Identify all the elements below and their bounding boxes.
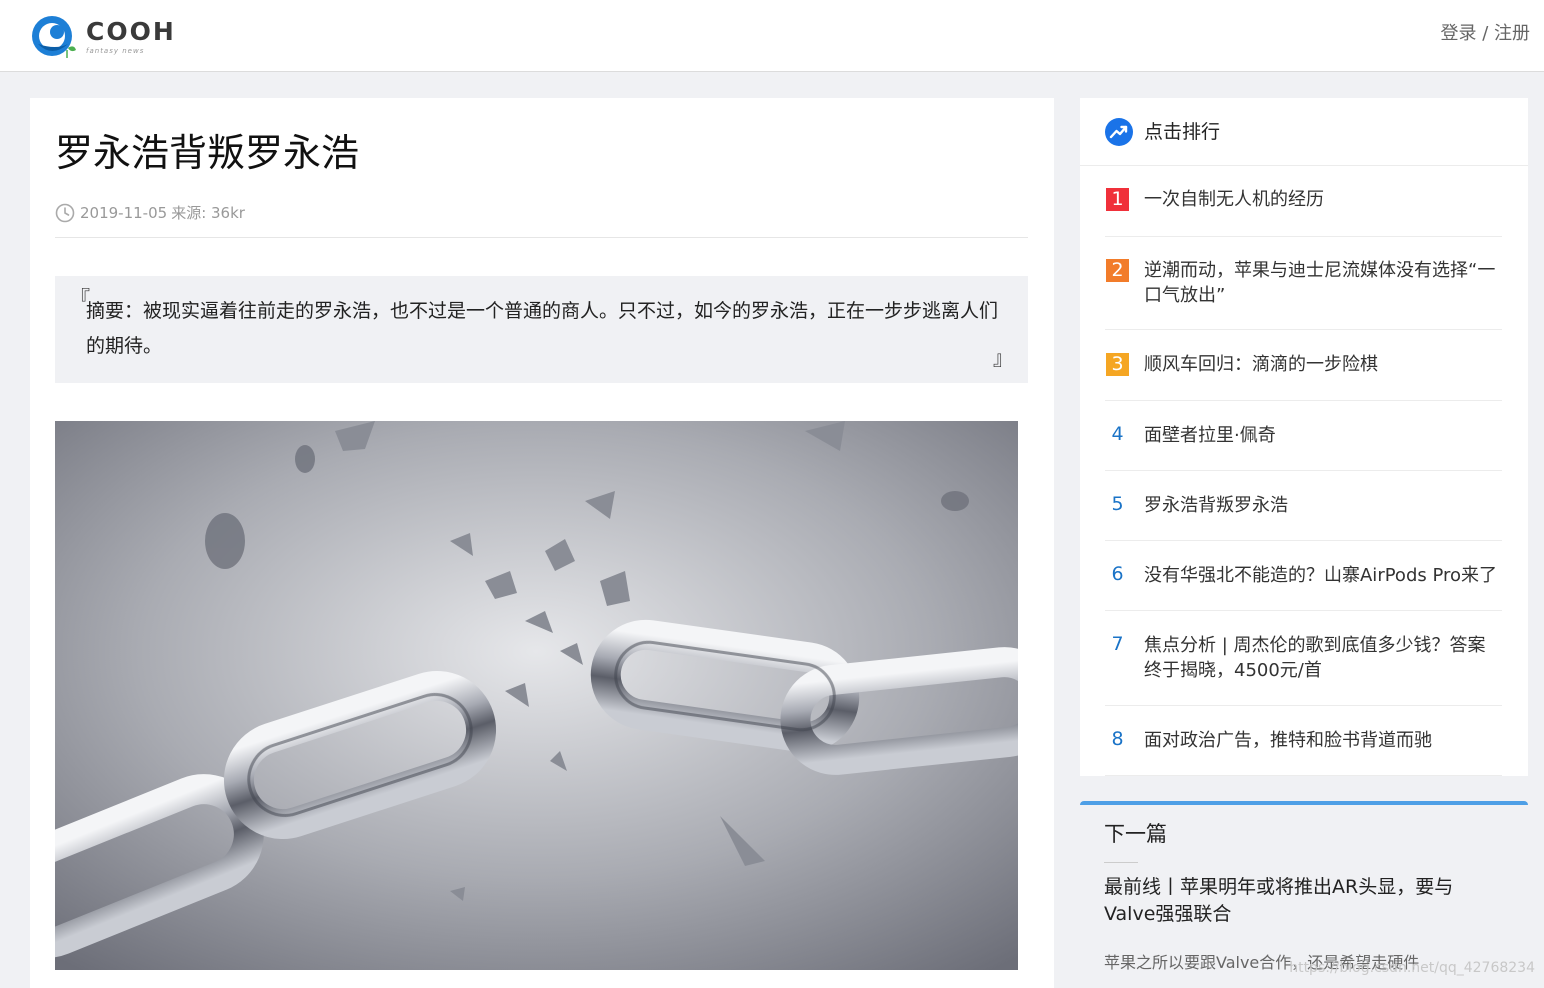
logo-subtext: fantasy news	[86, 47, 145, 55]
rank-number: 1	[1106, 188, 1129, 211]
site-logo[interactable]: COOH fantasy news	[30, 14, 176, 60]
rank-title: 没有华强北不能造的？山寨AirPods Pro来了	[1144, 565, 1498, 586]
logo-wordmark: COOH fantasy news	[86, 17, 176, 56]
rank-number: 3	[1106, 353, 1129, 376]
rank-number: 5	[1111, 493, 1124, 515]
rank-title: 面对政治广告，推特和脸书背道而驰	[1144, 730, 1432, 751]
clock-icon	[55, 203, 75, 223]
ranking-header: 点击排行	[1080, 98, 1528, 166]
rank-title: 焦点分析 | 周杰伦的歌到底值多少钱？答案终于揭晓，4500元/首	[1144, 635, 1486, 681]
auth-links: 登录 / 注册	[1440, 20, 1530, 48]
article-source: 来源: 36kr	[171, 204, 245, 222]
article-date: 2019-11-05	[80, 204, 168, 222]
rank-title: 面壁者拉里·佩奇	[1144, 425, 1276, 446]
trending-up-icon	[1105, 118, 1133, 146]
rank-title: 一次自制无人机的经历	[1144, 189, 1324, 210]
rank-title: 顺风车回归：滴滴的一步险棋	[1144, 354, 1378, 375]
rank-number: 4	[1111, 423, 1124, 445]
rank-number: 6	[1111, 563, 1124, 585]
site-header: COOH fantasy news 登录 / 注册	[0, 0, 1544, 72]
hero-image-broken-chain	[55, 421, 1018, 970]
summary-quote-close: 』	[993, 346, 1013, 370]
article-title: 罗永浩背叛罗永浩	[55, 131, 360, 175]
auth-separator: /	[1476, 23, 1494, 44]
logo-text: COOH	[86, 17, 176, 46]
next-article-label: 下一篇	[1104, 822, 1167, 846]
ranking-list: 1 一次自制无人机的经历 2 逆潮而动，苹果与迪士尼流媒体没有选择“一口气放出”…	[1105, 166, 1502, 776]
meta-divider	[55, 237, 1028, 238]
next-article-divider	[1104, 862, 1138, 863]
rank-title: 逆潮而动，苹果与迪士尼流媒体没有选择“一口气放出”	[1144, 260, 1496, 306]
ranking-item-2[interactable]: 2 逆潮而动，苹果与迪士尼流媒体没有选择“一口气放出”	[1105, 237, 1502, 330]
ranking-item-5[interactable]: 5 罗永浩背叛罗永浩	[1105, 471, 1502, 541]
broken-chain-illustration	[55, 421, 1018, 970]
rank-number: 8	[1111, 728, 1124, 750]
rank-number: 2	[1106, 259, 1129, 282]
ranking-item-4[interactable]: 4 面壁者拉里·佩奇	[1105, 401, 1502, 471]
ranking-item-3[interactable]: 3 顺风车回归：滴滴的一步险棋	[1105, 330, 1502, 401]
ranking-item-7[interactable]: 7 焦点分析 | 周杰伦的歌到底值多少钱？答案终于揭晓，4500元/首	[1105, 611, 1502, 706]
rank-title: 罗永浩背叛罗永浩	[1144, 495, 1288, 516]
cooh-logo-icon	[32, 16, 76, 58]
click-ranking-panel: 点击排行 1 一次自制无人机的经历 2 逆潮而动，苹果与迪士尼流媒体没有选择“一…	[1080, 98, 1528, 776]
article-summary: 『 摘要：被现实逼着往前走的罗永浩，也不过是一个普通的商人。只不过，如今的罗永浩…	[55, 276, 1028, 383]
article-card: 罗永浩背叛罗永浩 2019-11-05 来源: 36kr 『 摘要：被现实逼着往…	[30, 98, 1054, 988]
watermark-text: https://blog.csdn.net/qq_42768234	[1289, 960, 1535, 976]
rank-number: 7	[1111, 633, 1124, 655]
ranking-item-6[interactable]: 6 没有华强北不能造的？山寨AirPods Pro来了	[1105, 541, 1502, 611]
ranking-item-1[interactable]: 1 一次自制无人机的经历	[1105, 166, 1502, 237]
ranking-title: 点击排行	[1144, 121, 1221, 143]
ranking-item-8[interactable]: 8 面对政治广告，推特和脸书背道而驰	[1105, 706, 1502, 776]
summary-text: 摘要：被现实逼着往前走的罗永浩，也不过是一个普通的商人。只不过，如今的罗永浩，正…	[86, 300, 999, 357]
article-meta: 2019-11-05 来源: 36kr	[55, 202, 245, 224]
login-link[interactable]: 登录	[1440, 23, 1476, 44]
register-link[interactable]: 注册	[1494, 23, 1530, 44]
next-article-link[interactable]: 最前线丨苹果明年或将推出AR头显，要与Valve强强联合	[1104, 874, 1504, 928]
